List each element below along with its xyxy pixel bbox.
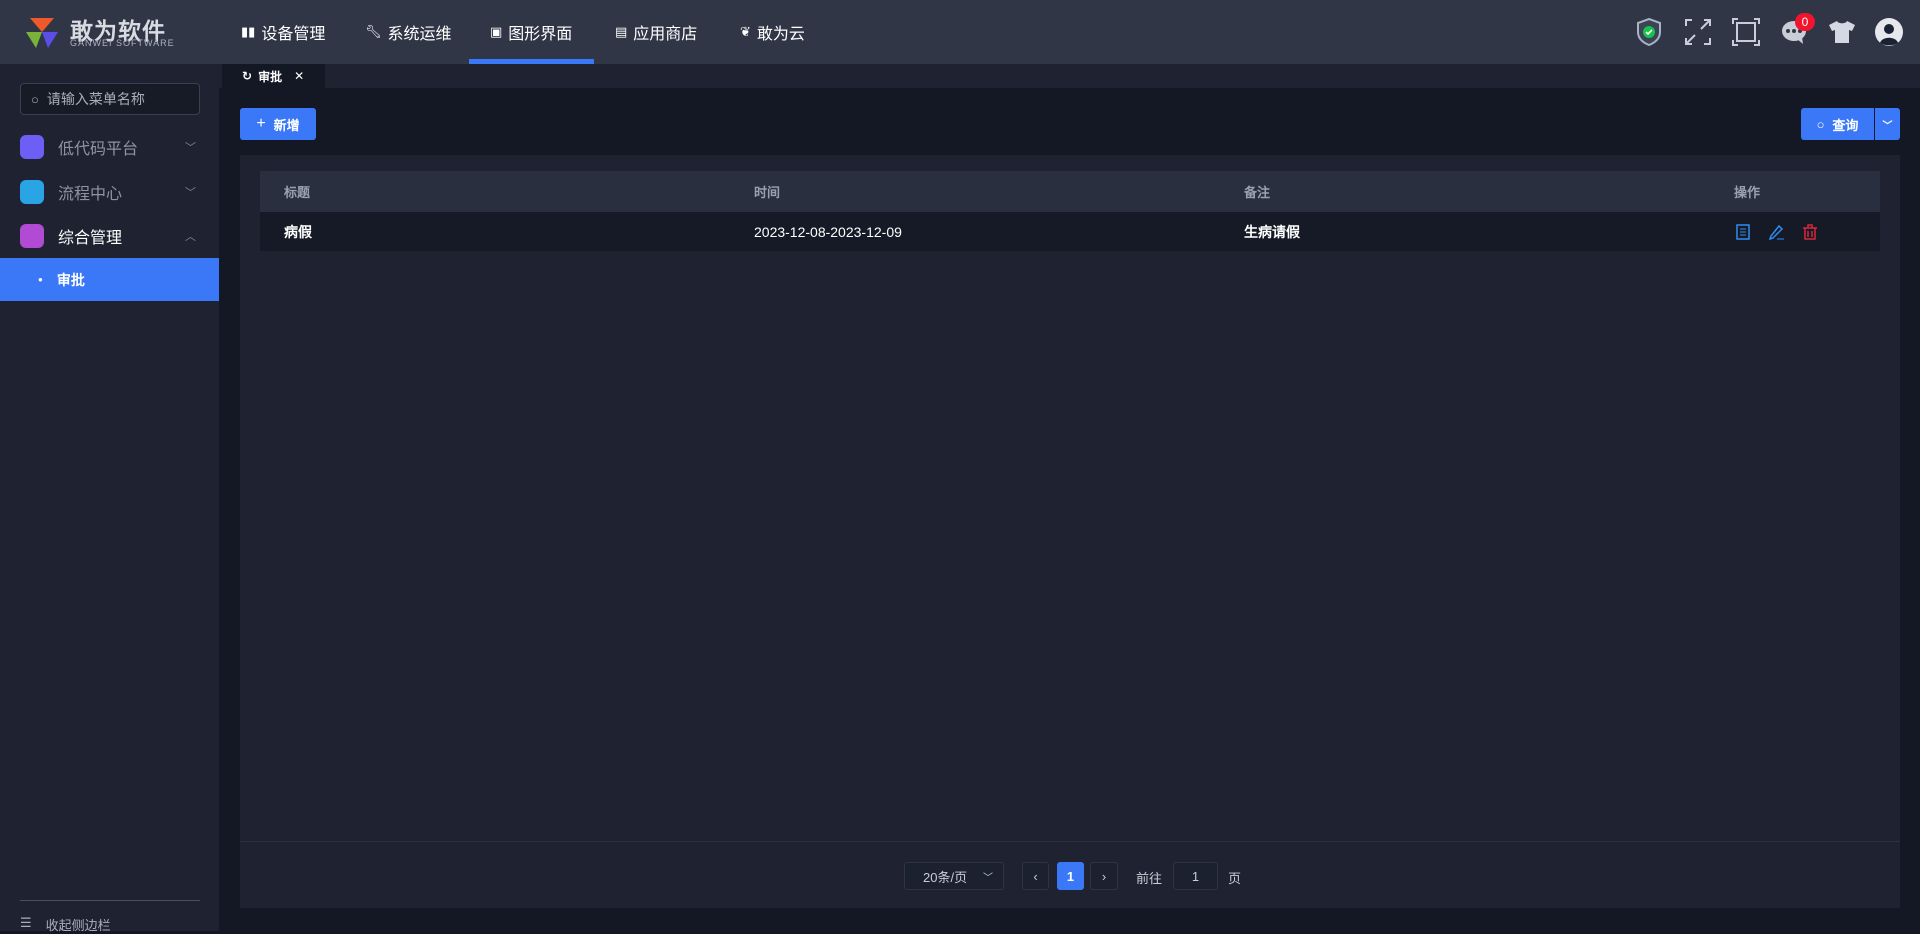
menu-label: 低代码平台 [58,141,139,158]
row-actions [1736,212,1818,251]
menu-label: 流程中心 [58,186,123,203]
screen-frame-icon[interactable] [1730,16,1762,48]
sidebar-item-workflow[interactable]: 流程中心 ﹀ [20,177,200,207]
tab-approval[interactable]: ↻ 审批 ✕ [222,64,325,88]
column-header-time: 时间 [754,185,781,200]
cell-remark: 生病请假 [1244,223,1300,240]
page-suffix-label: 页 [1228,871,1242,886]
delete-icon[interactable] [1802,223,1818,240]
nav-label: 敢为云 [756,26,805,43]
workflow-icon [20,180,44,204]
lowcode-icon [20,135,44,159]
search-placeholder: 请输入菜单名称 [46,91,145,107]
message-count-badge: 0 [1795,13,1815,31]
nav-graphic-ui[interactable]: ▣ 图形界面 [490,0,572,64]
table-row: 病假 2023-12-08-2023-12-09 生病请假 [260,212,1880,251]
theme-shirt-icon[interactable] [1826,16,1858,48]
sidebar-item-general-management[interactable]: 综合管理 ︿ [20,221,200,251]
table-header: 标题 时间 备注 操作 [260,171,1880,212]
menu-search-input[interactable]: ○ 请输入菜单名称 [20,83,200,115]
nav-label: 设备管理 [261,26,326,43]
tab-bar [219,64,1920,88]
query-label: 查询 [1832,117,1859,133]
query-button[interactable]: ○ 查询 [1801,108,1874,140]
top-header: 敢为软件 GANWEI SOFTWARE ▮▮ 设备管理 🔧︎ 系统运维 ▣ 图形界面… [0,0,1920,64]
nav-app-store[interactable]: ▤ 应用商店 [615,0,697,64]
nav-device-management[interactable]: ▮▮ 设备管理 [241,0,325,64]
column-header-title: 标题 [284,185,311,200]
plus-icon: + [256,115,266,132]
page-1-button[interactable]: 1 [1057,862,1084,890]
nav-system-ops[interactable]: 🔧︎ 系统运维 [365,0,452,64]
subitem-label: 审批 [56,271,85,288]
pagination-divider [240,841,1900,842]
page-size-value: 20条/页 [923,869,968,885]
next-page-button[interactable]: › [1090,862,1118,890]
wrench-icon: 🔧︎ [365,24,382,39]
logo-icon [26,18,58,48]
nav-ganwei-cloud[interactable]: ❦ 敢为云 [740,0,805,64]
chevron-down-icon: ﹀ [983,872,993,884]
edit-icon[interactable] [1768,224,1784,240]
collapse-sidebar-button[interactable]: ☰ 收起侧边栏 [20,900,200,934]
fullscreen-icon[interactable] [1682,16,1714,48]
brand-subtitle: GANWEI SOFTWARE [70,38,175,48]
content-panel: 标题 时间 备注 操作 病假 2023-12-08-2023-12-09 生病请… [240,155,1900,908]
cloud-icon: ❦ [740,24,751,39]
user-avatar[interactable] [1873,16,1905,48]
nav-label: 图形界面 [508,26,573,43]
security-shield-icon[interactable] [1633,16,1665,48]
column-header-remark: 备注 [1244,185,1271,200]
menu-label: 综合管理 [58,230,123,247]
chevron-down-icon: ﹀ [185,187,196,199]
close-icon[interactable]: ✕ [294,69,304,83]
add-label: 新增 [273,117,300,133]
goto-label: 前往 [1136,871,1163,886]
book-icon: ▮▮ [241,24,256,39]
sidebar-subitem-approval[interactable]: ● 审批 [0,258,219,301]
tab-label: 审批 [258,69,283,84]
nav-label: 系统运维 [387,26,452,43]
chevron-down-icon: ﹀ [185,142,196,154]
add-button[interactable]: + 新增 [240,108,316,140]
nav-label: 应用商店 [633,26,698,43]
goto-page-input[interactable]: 1 [1173,862,1218,890]
cell-time: 2023-12-08-2023-12-09 [754,223,902,240]
search-icon: ○ [1816,116,1825,132]
chevron-up-icon: ︿ [185,231,196,243]
chevron-left-icon: ‹ [1033,868,1038,884]
chevron-right-icon: › [1101,868,1107,884]
bullet-icon: ● [38,275,43,284]
monitor-icon: ▣ [490,24,503,39]
collapse-label: 收起侧边栏 [45,918,111,933]
store-icon: ▤ [615,24,628,39]
query-dropdown-button[interactable]: ﹀ [1875,108,1900,140]
view-detail-icon[interactable] [1736,223,1750,240]
column-header-actions: 操作 [1734,185,1761,200]
prev-page-button[interactable]: ‹ [1022,862,1049,890]
cell-title: 病假 [284,223,312,240]
management-icon [20,224,44,248]
refresh-icon[interactable]: ↻ [242,69,252,83]
collapse-icon: ☰ [20,915,32,930]
page-size-select[interactable]: 20条/页 ﹀ [904,862,1004,890]
sidebar-item-lowcode[interactable]: 低代码平台 ﹀ [20,132,200,162]
chevron-down-icon: ﹀ [1882,120,1893,132]
sidebar: ○ 请输入菜单名称 低代码平台 ﹀ 流程中心 ﹀ 综合管理 ︿ ● 审批 ☰ 收起侧边栏 [0,64,219,934]
search-icon: ○ [31,91,39,107]
